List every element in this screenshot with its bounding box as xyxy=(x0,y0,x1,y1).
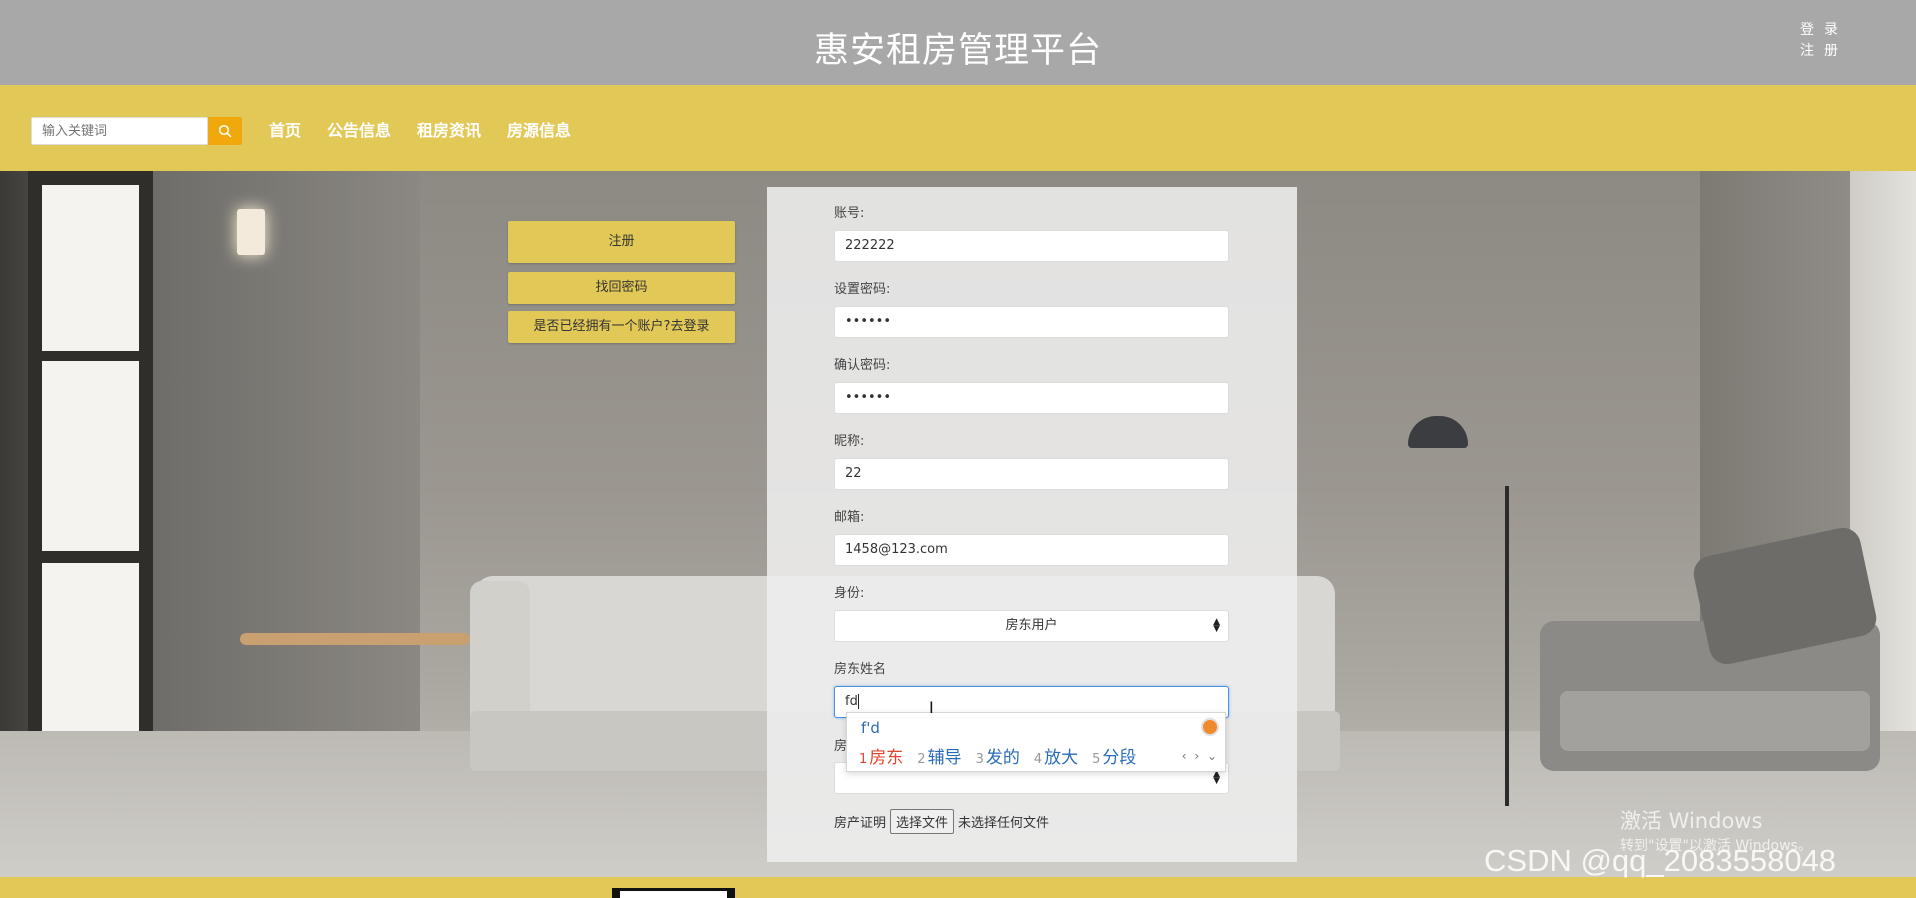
go-login-button[interactable]: 是否已经拥有一个账户?去登录 xyxy=(508,311,735,343)
ime-candidate[interactable]: 3 发的 xyxy=(976,743,1020,768)
select-arrows-icon: ▲ ▼ xyxy=(1213,769,1220,786)
ime-candidate-number: 3 xyxy=(975,752,984,767)
login-link[interactable]: 登录 xyxy=(1800,20,1850,41)
ime-candidate[interactable]: 1 房东 xyxy=(859,743,903,768)
ime-candidate-text: 分段 xyxy=(1102,748,1137,768)
role-label: 身份: xyxy=(834,586,865,601)
nav-item-rental-news[interactable]: 租房资讯 xyxy=(417,117,481,141)
register-link[interactable]: 注册 xyxy=(1800,41,1850,62)
ime-candidate-text: 房东 xyxy=(869,748,904,768)
ime-candidate-number: 2 xyxy=(917,752,926,767)
windows-activation-title: 激活 Windows xyxy=(1620,809,1763,833)
choose-file-button[interactable]: 选择文件 xyxy=(890,809,955,834)
register-button[interactable]: 注册 xyxy=(508,221,735,263)
bg-window-bar xyxy=(28,551,153,563)
confirm-password-label: 确认密码: xyxy=(834,358,891,373)
header-bar: 惠安租房管理平台 登录 注册 xyxy=(0,0,1916,85)
select-arrows-icon: ▲ ▼ xyxy=(1213,617,1220,634)
search-button[interactable] xyxy=(208,117,242,145)
role-select[interactable]: 房东用户 ▲ ▼ xyxy=(834,610,1229,642)
confirm-password-field[interactable]: •••••• xyxy=(834,382,1229,414)
bg-chair-seat xyxy=(1560,691,1870,751)
file-status: 未选择任何文件 xyxy=(958,816,1050,831)
bg-lamp xyxy=(1408,416,1468,448)
ime-page-nav[interactable]: ‹ › ⌄ xyxy=(1182,749,1219,763)
bg-window xyxy=(28,171,153,781)
ibeam-cursor-icon: I xyxy=(929,698,934,717)
nav-menu: 首页 公告信息 租房资讯 房源信息 xyxy=(269,117,571,141)
recover-password-button[interactable]: 找回密码 xyxy=(508,272,735,304)
ime-candidate[interactable]: 5 分段 xyxy=(1092,743,1136,768)
qr-code-inner xyxy=(620,891,727,898)
email-label: 邮箱: xyxy=(834,510,865,525)
search-icon xyxy=(218,124,232,138)
landlord-name-label: 房东姓名 xyxy=(834,662,887,677)
account-label: 账号: xyxy=(834,206,865,221)
ime-candidate[interactable]: 4 放大 xyxy=(1034,743,1078,768)
ime-candidate-number: 4 xyxy=(1033,752,1043,767)
nav-bar: 首页 公告信息 租房资讯 房源信息 xyxy=(0,85,1916,171)
ime-candidates: 1 房东 2 辅导 3 发的 4 放大 5 分段 xyxy=(859,743,1136,768)
bg-side-table xyxy=(240,633,470,645)
nav-item-notices[interactable]: 公告信息 xyxy=(327,117,391,141)
landlord-name-value: fd xyxy=(845,694,858,709)
email-field[interactable]: 1458@123.com xyxy=(834,534,1229,566)
text-caret xyxy=(857,694,859,709)
bg-floor-lamp xyxy=(1505,486,1509,806)
ime-candidate-text: 放大 xyxy=(1044,748,1079,768)
site-title: 惠安租房管理平台 xyxy=(813,31,1102,71)
ime-candidate-number: 1 xyxy=(859,752,868,767)
role-select-value: 房东用户 xyxy=(1005,618,1058,633)
ime-popup: f'd 1 房东 2 辅导 3 发的 4 放大 5 分段 ‹ › ⌄ xyxy=(846,712,1226,772)
search-input[interactable] xyxy=(31,117,208,145)
ime-candidate-number: 5 xyxy=(1092,752,1101,767)
property-cert-label: 房产证明 xyxy=(834,816,887,831)
footer-bar xyxy=(0,877,1916,898)
ime-logo-icon[interactable] xyxy=(1201,718,1219,736)
password-label: 设置密码: xyxy=(834,282,891,297)
property-cert-row: 房产证明 选择文件 未选择任何文件 xyxy=(834,809,1049,834)
bg-sconce xyxy=(237,209,265,255)
csdn-watermark: CSDN @qq_2083558048 xyxy=(1484,843,1837,878)
nickname-field[interactable]: 22 xyxy=(834,458,1229,490)
ime-candidate-text: 辅导 xyxy=(927,748,962,768)
auth-links: 登录 注册 xyxy=(1800,20,1850,62)
password-field[interactable]: •••••• xyxy=(834,306,1229,338)
ime-candidate[interactable]: 2 辅导 xyxy=(917,743,961,768)
nickname-label: 昵称: xyxy=(834,434,865,449)
account-field[interactable]: 222222 xyxy=(834,230,1229,262)
ime-composition: f'd xyxy=(861,719,880,737)
nav-item-listings[interactable]: 房源信息 xyxy=(507,117,571,141)
bg-window-bar xyxy=(28,351,153,361)
nav-item-home[interactable]: 首页 xyxy=(269,117,301,141)
ime-candidate-text: 发的 xyxy=(985,748,1020,768)
